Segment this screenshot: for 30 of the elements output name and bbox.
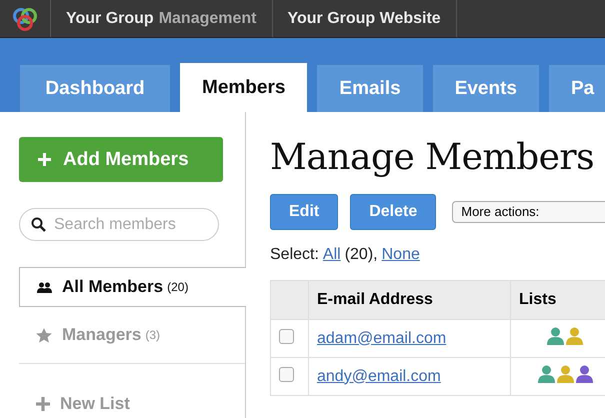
column-header: Lists (519, 291, 556, 308)
nav-tab[interactable]: Events (432, 65, 539, 112)
plus-icon (38, 153, 51, 166)
nav-tab[interactable]: Dashboard (20, 65, 170, 112)
column-header: E-mail Address (317, 291, 433, 308)
plus-icon (36, 397, 50, 411)
star-icon (36, 328, 52, 342)
top-nav-link[interactable]: Your Group Website (272, 0, 457, 37)
select-count: (20), (344, 246, 378, 264)
search-icon (31, 217, 46, 232)
people-icon (37, 282, 52, 292)
page-title: Manage Members (270, 137, 596, 178)
sidebar-item[interactable]: All Members (20) (19, 267, 246, 307)
row-checkbox[interactable] (279, 366, 294, 382)
action-button[interactable]: Edit (270, 194, 338, 230)
select-none-link[interactable]: None (382, 246, 420, 264)
search-field[interactable]: Search members (19, 208, 219, 241)
add-members-button[interactable]: Add Members (19, 137, 223, 182)
nav-tab[interactable]: Members (180, 63, 308, 112)
nav-tab[interactable]: Pa (549, 65, 605, 112)
actions-dropdown[interactable]: More actions: (452, 201, 605, 223)
top-nav-link[interactable]: Your Group Management (51, 0, 272, 37)
logo-icon[interactable] (12, 6, 38, 32)
sidebar-item[interactable]: New List (19, 384, 245, 418)
select-all-link[interactable]: All (322, 246, 341, 264)
action-button[interactable]: Delete (350, 194, 436, 230)
sidebar-item[interactable]: Managers (3) (19, 315, 245, 355)
nav-tab[interactable]: Emails (317, 65, 423, 112)
row-checkbox[interactable] (279, 328, 294, 344)
select-label: Select: (270, 246, 319, 264)
